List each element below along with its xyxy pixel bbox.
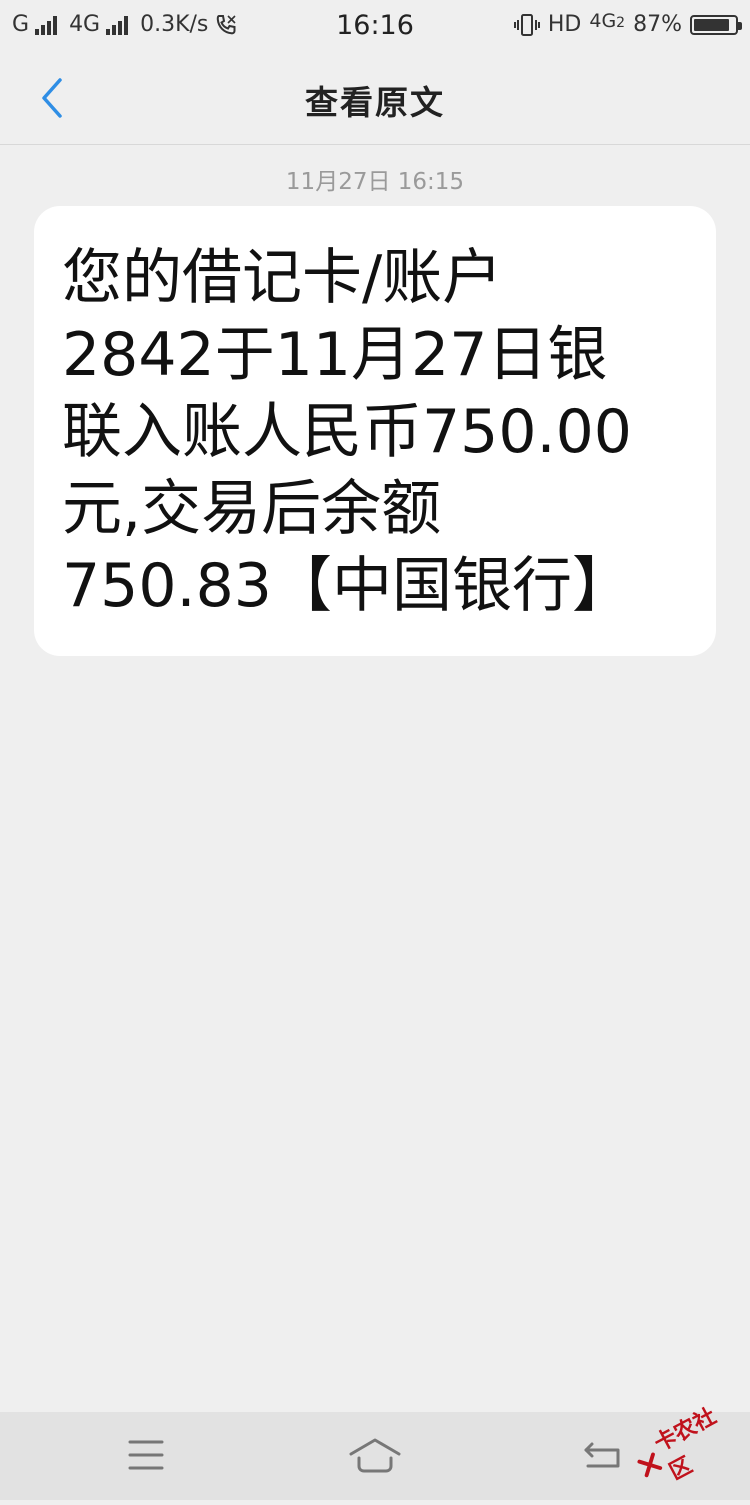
battery-percent: 87%: [633, 12, 682, 37]
message-line: 联入账人民币750.00: [62, 397, 632, 467]
battery-level: [694, 18, 729, 31]
status-right: HD 4G2 87%: [513, 9, 742, 37]
message-line: 元,交易后余额: [62, 474, 442, 544]
message-line: 750.83【中国银行】: [62, 551, 632, 621]
message-line: 2842于11月27日银: [62, 320, 608, 390]
page-title: 查看原文: [305, 83, 445, 122]
home-icon: [349, 1438, 401, 1473]
network-type: 4G2: [589, 9, 626, 32]
title-bar: 查看原文: [0, 52, 750, 145]
status-bar: G 4G 0.3K/s 16:16 HD 4G2 87%: [0, 0, 750, 52]
vibrate-icon: [513, 13, 540, 36]
menu-icon: [128, 1440, 164, 1470]
hd-label: HD: [547, 12, 582, 37]
battery-icon: [690, 14, 742, 35]
menu-button[interactable]: [116, 1432, 176, 1478]
message-timestamp: 11月27日 16:15: [285, 169, 465, 195]
home-button[interactable]: [345, 1432, 405, 1478]
message-line: 您的借记卡/账户: [62, 243, 503, 313]
message-bubble[interactable]: 您的借记卡/账户 2842于11月27日银 联入账人民币750.00 元,交易后…: [34, 206, 716, 656]
